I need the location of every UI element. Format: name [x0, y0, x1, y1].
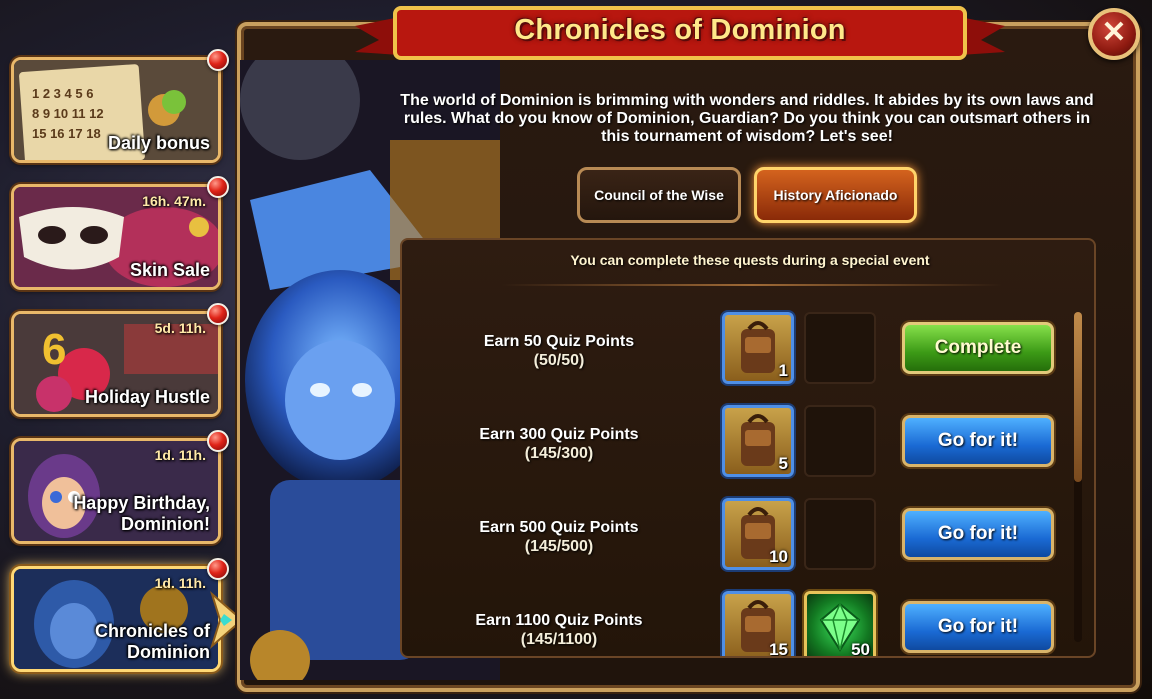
close-button[interactable]: ✕ [1088, 8, 1140, 60]
page-title: Chronicles of Dominion [514, 14, 846, 46]
svg-text:15 16 17 18: 15 16 17 18 [32, 126, 101, 141]
reward-slot[interactable]: 5 [722, 405, 794, 477]
reward-slot[interactable]: 50 [804, 591, 876, 658]
svg-text:8 9 10 11 12: 8 9 10 11 12 [32, 106, 104, 121]
reward-quantity: 50 [851, 640, 870, 658]
sidebar-item-timer: 1d. 11h. [154, 575, 206, 591]
sidebar-item-daily-bonus[interactable]: 1 2 3 4 5 6 8 9 10 11 12 15 16 17 18 Dai… [11, 57, 221, 163]
quest-panel-header: You can complete these quests during a s… [570, 252, 930, 268]
reward-slot[interactable]: 1 [722, 312, 794, 384]
quest-row: Earn 300 Quiz Points (145/300) 5 Go for … [402, 405, 1062, 485]
quest-row: Earn 50 Quiz Points (50/50) 1 Complete [402, 312, 1062, 392]
reward-slot[interactable]: 15 [722, 591, 794, 658]
reward-quantity: 5 [778, 454, 788, 473]
sidebar-item-timer: 16h. 47m. [142, 193, 206, 209]
sidebar-item-label: Skin Sale [129, 260, 210, 280]
quest-title: Earn 300 Quiz Points (145/300) [444, 425, 674, 463]
event-description: The world of Dominion is brimming with w… [400, 92, 1094, 145]
reward-slot-empty [804, 312, 876, 384]
sidebar-item-timer: 5d. 11h. [154, 320, 206, 336]
quest-row: Earn 500 Quiz Points (145/500) 10 Go for… [402, 498, 1062, 578]
event-screen: { "window": { "title": "Chronicles of Do… [0, 0, 1152, 699]
sidebar-item-skin-sale[interactable]: 16h. 47m. Skin Sale [11, 184, 221, 290]
sidebar-item-holiday-hustle[interactable]: 6 5d. 11h. Holiday Hustle [11, 311, 221, 417]
sidebar-item-label: Daily bonus [107, 133, 210, 153]
sidebar-item-timer: 1d. 11h. [154, 447, 206, 463]
notification-dot-icon [207, 303, 229, 325]
reward-slot-empty [804, 498, 876, 570]
reward-slot-empty [804, 405, 876, 477]
quest-progress: (145/500) [524, 538, 594, 555]
notification-dot-icon [207, 430, 229, 452]
scrollbar-thumb[interactable] [1074, 312, 1082, 482]
close-icon: ✕ [1101, 16, 1127, 49]
reward-quantity: 1 [778, 361, 788, 380]
sidebar-item-label: Chronicles of Dominion [94, 621, 210, 662]
sidebar-item-label: Holiday Hustle [84, 387, 210, 407]
tab-history-aficionado[interactable]: History Aficionado [754, 167, 917, 223]
quest-progress: (50/50) [533, 352, 585, 369]
sidebar-item-chronicles[interactable]: 1d. 11h. Chronicles of Dominion [11, 566, 221, 672]
sidebar-item-happy-birthday[interactable]: 1d. 11h. Happy Birthday, Dominion! [11, 438, 221, 544]
quest-progress: (145/1100) [520, 631, 598, 648]
divider [502, 284, 1002, 286]
reward-slot[interactable]: 10 [722, 498, 794, 570]
complete-button[interactable]: Complete [902, 322, 1054, 374]
quest-title-text: Earn 1100 Quiz Points [475, 612, 643, 629]
quest-title-text: Earn 300 Quiz Points [479, 426, 639, 443]
reward-quantity: 15 [769, 640, 788, 658]
sidebar-item-label: Happy Birthday, Dominion! [73, 493, 210, 534]
quest-title-text: Earn 50 Quiz Points [483, 333, 635, 350]
quest-title-text: Earn 500 Quiz Points [479, 519, 639, 536]
quest-row: Earn 1100 Quiz Points (145/1100) 15 50 G… [402, 591, 1062, 658]
quest-title: Earn 1100 Quiz Points (145/1100) [444, 611, 674, 649]
quest-panel: You can complete these quests during a s… [400, 238, 1096, 658]
go-for-it-button[interactable]: Go for it! [902, 415, 1054, 467]
quest-title: Earn 500 Quiz Points (145/500) [444, 518, 674, 556]
svg-text:6: 6 [42, 325, 66, 374]
go-for-it-button[interactable]: Go for it! [902, 601, 1054, 653]
tab-council-of-the-wise[interactable]: Council of the Wise [577, 167, 741, 223]
quest-title: Earn 50 Quiz Points (50/50) [444, 332, 674, 370]
quest-progress: (145/300) [524, 445, 594, 462]
reward-quantity: 10 [769, 547, 788, 566]
svg-text:1 2 3 4 5 6: 1 2 3 4 5 6 [32, 86, 93, 101]
notification-dot-icon [207, 176, 229, 198]
notification-dot-icon [207, 49, 229, 71]
notification-dot-icon [207, 558, 229, 580]
go-for-it-button[interactable]: Go for it! [902, 508, 1054, 560]
